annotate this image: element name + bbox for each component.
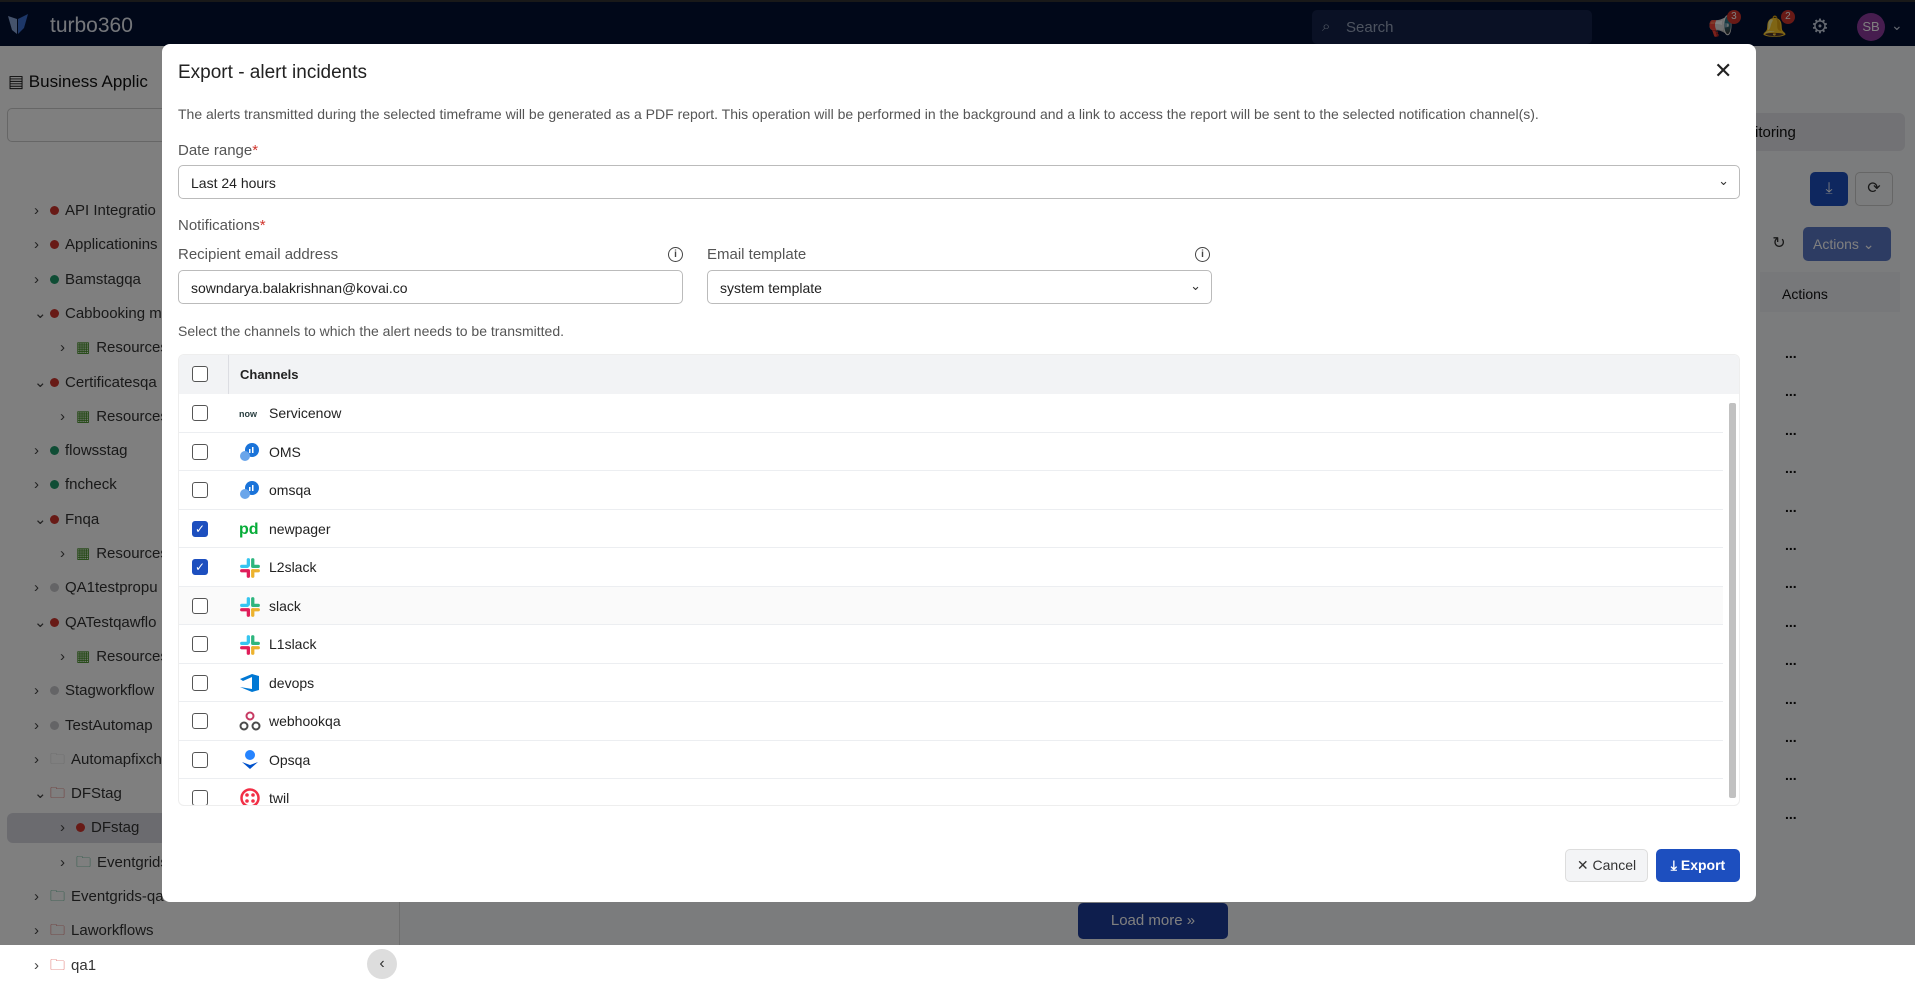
channel-checkbox[interactable] bbox=[192, 751, 208, 768]
channel-name: Servicenow bbox=[269, 405, 342, 421]
cancel-label: Cancel bbox=[1592, 857, 1637, 873]
webhook-icon bbox=[239, 711, 261, 731]
recipient-email-input[interactable]: sowndarya.balakrishnan@kovai.co bbox=[178, 270, 683, 304]
chevron-right-icon[interactable]: › bbox=[34, 951, 48, 981]
channel-checkbox[interactable]: ✓ bbox=[192, 520, 208, 537]
svg-text:now: now bbox=[239, 409, 258, 419]
channel-name: L1slack bbox=[269, 636, 317, 652]
channel-name: slack bbox=[269, 597, 301, 614]
slack-icon bbox=[239, 634, 261, 655]
date-range-select[interactable]: Last 24 hours ⌄ bbox=[178, 165, 1740, 199]
close-icon[interactable]: ✕ bbox=[1714, 58, 1732, 84]
channels-list: now Servicenow OMS omsqa ✓ pd newpager ✓ L2slack… bbox=[179, 394, 1739, 806]
chevron-down-icon: ⌄ bbox=[1718, 173, 1729, 188]
oms-icon bbox=[239, 480, 261, 500]
slack-icon bbox=[239, 557, 261, 578]
sidebar-item-label: qa1 bbox=[71, 956, 97, 974]
collapse-sidebar-button[interactable]: ‹ bbox=[367, 949, 397, 979]
channel-row[interactable]: OMS bbox=[179, 433, 1723, 471]
oms-icon bbox=[239, 442, 261, 462]
recipient-email-value: sowndarya.balakrishnan@kovai.co bbox=[191, 280, 408, 296]
channel-checkbox[interactable] bbox=[192, 405, 208, 421]
info-icon[interactable]: i bbox=[1195, 247, 1210, 262]
recipient-label: Recipient email address bbox=[178, 246, 339, 263]
notifications-label: Notifications* bbox=[178, 217, 266, 234]
info-icon[interactable]: i bbox=[668, 247, 683, 262]
channel-checkbox[interactable] bbox=[192, 790, 208, 805]
cancel-button[interactable]: ✕ Cancel bbox=[1565, 849, 1648, 882]
channel-row[interactable]: Opsqa bbox=[179, 741, 1723, 779]
folder-icon: 🗀 bbox=[50, 956, 66, 974]
close-icon: ✕ bbox=[1576, 857, 1589, 873]
pagerduty-icon: pd bbox=[239, 519, 261, 539]
servicenow-icon: now bbox=[239, 403, 261, 423]
export-icon: ⤓ bbox=[1670, 857, 1677, 873]
azure-devops-icon bbox=[239, 673, 261, 693]
email-template-label: Email template bbox=[707, 246, 807, 263]
channels-table: Channels now Servicenow OMS omsqa ✓ pd newpage… bbox=[178, 354, 1740, 806]
channel-checkbox[interactable]: ✓ bbox=[192, 559, 208, 575]
channel-checkbox[interactable] bbox=[192, 674, 208, 691]
channel-row[interactable]: ✓ pd newpager bbox=[179, 510, 1723, 548]
column-divider bbox=[228, 355, 229, 394]
channel-name: newpager bbox=[269, 520, 331, 537]
date-range-value: Last 24 hours bbox=[191, 175, 276, 191]
channel-name: OMS bbox=[269, 443, 301, 460]
channel-name: L2slack bbox=[269, 559, 317, 575]
email-template-select[interactable]: system template ⌄ bbox=[707, 270, 1212, 304]
chevron-down-icon: ⌄ bbox=[1190, 278, 1201, 293]
channel-row[interactable]: devops bbox=[179, 664, 1723, 702]
email-template-value: system template bbox=[720, 280, 822, 296]
channel-checkbox[interactable] bbox=[192, 636, 208, 652]
channel-row[interactable]: now Servicenow bbox=[179, 394, 1723, 433]
channel-name: webhookqa bbox=[269, 713, 341, 729]
channels-table-header: Channels bbox=[179, 355, 1739, 394]
sidebar-item[interactable]: › 🗀 qa1 bbox=[34, 951, 96, 981]
channel-row[interactable]: ✓ L2slack bbox=[179, 548, 1723, 587]
svg-text:pd: pd bbox=[239, 521, 259, 538]
channels-hint: Select the channels to which the alert n… bbox=[178, 323, 565, 339]
date-range-label: Date range* bbox=[178, 142, 258, 159]
channel-name: Opsqa bbox=[269, 751, 311, 768]
channel-name: omsqa bbox=[269, 482, 312, 498]
channel-row[interactable]: omsqa bbox=[179, 471, 1723, 510]
modal-description: The alerts transmitted during the select… bbox=[178, 106, 1539, 122]
twilio-icon bbox=[239, 788, 261, 805]
export-label: Export bbox=[1680, 857, 1726, 873]
export-modal: Export - alert incidents ✕ The alerts tr… bbox=[162, 44, 1756, 902]
date-range-label-text: Date range bbox=[178, 142, 253, 159]
export-button[interactable]: ⤓ Export bbox=[1656, 849, 1740, 882]
channels-scrollbar[interactable] bbox=[1729, 403, 1736, 798]
channel-row[interactable]: webhookqa bbox=[179, 702, 1723, 741]
select-all-checkbox[interactable] bbox=[192, 366, 208, 382]
required-marker: * bbox=[259, 217, 266, 234]
opsgenie-icon bbox=[239, 749, 261, 770]
channel-checkbox[interactable] bbox=[192, 713, 208, 729]
channel-checkbox[interactable] bbox=[192, 597, 208, 614]
channel-checkbox[interactable] bbox=[192, 443, 208, 460]
channel-name: devops bbox=[269, 674, 315, 691]
channel-row[interactable]: twil bbox=[179, 779, 1723, 806]
channels-column-header: Channels bbox=[240, 367, 299, 382]
channel-checkbox[interactable] bbox=[192, 482, 208, 498]
modal-title: Export - alert incidents bbox=[178, 62, 368, 83]
channel-row[interactable]: L1slack bbox=[179, 625, 1723, 664]
notifications-label-text: Notifications bbox=[178, 217, 260, 234]
required-marker: * bbox=[252, 142, 259, 159]
channel-row[interactable]: slack bbox=[179, 586, 1723, 625]
slack-icon bbox=[239, 596, 261, 617]
channel-name: twil bbox=[269, 790, 290, 806]
